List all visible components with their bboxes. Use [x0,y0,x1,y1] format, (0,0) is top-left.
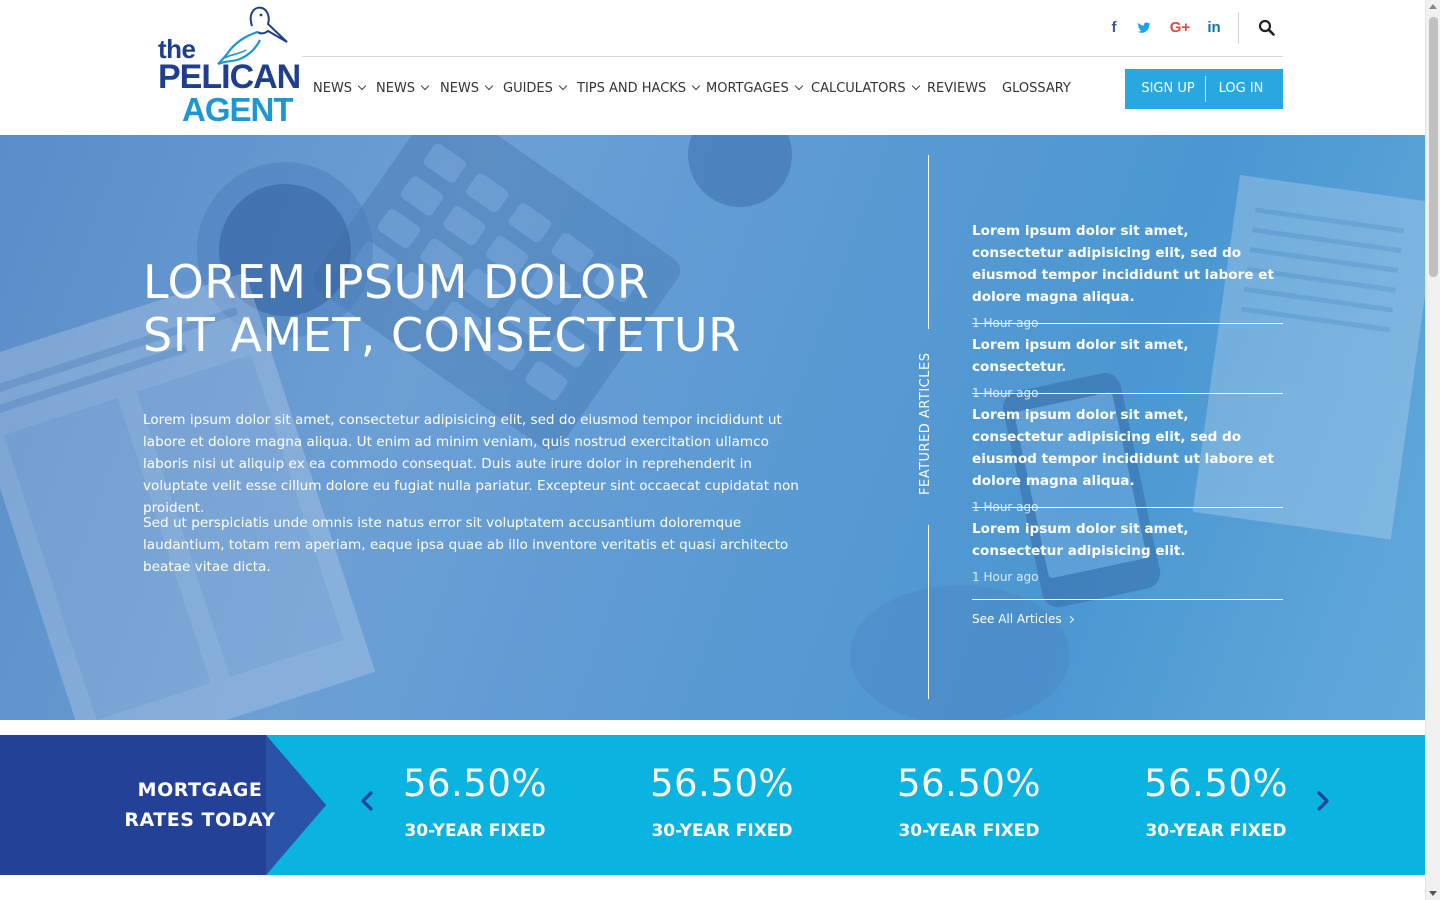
logo-text-pelican: PELICAN [158,58,301,96]
article-divider [972,507,1283,508]
article-title[interactable]: Lorem ipsum dolor sit amet, consectetur. [972,334,1283,378]
chevron-down-icon [357,81,367,91]
nav-item-glossary[interactable]: GLOSSARY [1002,79,1071,99]
hero-section: LOREM IPSUM DOLOR SIT AMET, CONSECTETUR … [0,135,1425,720]
nav-item-guides[interactable]: GUIDES [503,79,568,99]
chevron-down-icon [484,81,494,91]
auth-buttons: SIGN UP LOG IN [1125,69,1283,109]
chevron-down-icon [420,81,430,91]
site-header: the PELICAN AGENT f G+ in NEWS NEWS NEWS… [0,0,1425,135]
chevron-right-icon[interactable] [1312,787,1334,815]
rate-value: 56.50% [402,762,548,805]
featured-article[interactable]: Lorem ipsum dolor sit amet, consectetur … [972,518,1283,584]
rates-title: MORTGAGE RATES TODAY [100,775,300,835]
mortgage-rates-bar: MORTGAGE RATES TODAY 56.50% 30-YEAR FIXE… [0,735,1425,875]
chevron-down-icon [558,81,568,91]
rate-value: 56.50% [1143,762,1289,805]
see-all-label: See All Articles [972,612,1062,626]
rate-label: 30-YEAR FIXED [651,821,793,841]
nav-label: MORTGAGES [706,81,789,96]
site-logo[interactable]: the PELICAN AGENT [156,4,301,128]
article-title[interactable]: Lorem ipsum dolor sit amet, consectetur … [972,404,1283,492]
nav-label: NEWS [313,81,353,96]
hero-title-line2: SIT AMET, CONSECTETUR [143,308,741,362]
nav-item-news-1[interactable]: NEWS [313,79,367,99]
rate-label: 30-YEAR FIXED [1145,821,1287,841]
scroll-down-icon[interactable] [1429,891,1437,896]
nav-label: GLOSSARY [1002,81,1071,96]
chevron-down-icon [794,81,804,91]
see-all-articles-link[interactable]: See All Articles [972,612,1074,626]
rate-card: 56.50% 30-YEAR FIXED [1116,759,1316,843]
nav-label: CALCULATORS [811,81,906,96]
nav-label: NEWS [440,81,480,96]
hero-title-line1: LOREM IPSUM DOLOR [143,255,650,309]
twitter-icon[interactable] [1134,18,1154,38]
featured-articles-label: FEATURED ARTICLES [918,352,933,495]
sign-up-button[interactable]: SIGN UP [1125,69,1205,109]
chevron-down-icon [911,81,920,91]
google-plus-icon[interactable]: G+ [1168,18,1192,38]
pelican-icon [217,6,288,66]
nav-item-news-2[interactable]: NEWS [376,79,430,99]
article-divider [972,599,1283,600]
featured-article[interactable]: Lorem ipsum dolor sit amet, consectetur … [972,220,1283,330]
nav-label: NEWS [376,81,416,96]
rate-label: 30-YEAR FIXED [898,821,1040,841]
facebook-icon[interactable]: f [1104,18,1124,38]
rate-card: 56.50% 30-YEAR FIXED [375,759,575,843]
hero-paragraph-1: Lorem ipsum dolor sit amet, consectetur … [143,412,799,516]
header-rule [302,56,1283,57]
logo-text-agent: AGENT [182,91,293,128]
nav-label: TIPS AND HACKS [577,81,687,96]
hero-paragraph-2: Sed ut perspiciatis unde omnis iste natu… [143,515,789,575]
article-time: 1 Hour ago [972,570,1039,584]
article-title[interactable]: Lorem ipsum dolor sit amet, consectetur … [972,220,1283,308]
featured-article[interactable]: Lorem ipsum dolor sit amet, consectetur.… [972,334,1283,400]
rate-card: 56.50% 30-YEAR FIXED [869,759,1069,843]
article-divider [972,393,1283,394]
featured-divider-bottom [928,525,929,699]
rates-title-line1: MORTGAGE [137,779,263,801]
rates-title-line2: RATES TODAY [124,809,276,831]
log-in-button[interactable]: LOG IN [1206,69,1276,109]
scrollbar-thumb[interactable] [1429,17,1438,277]
linkedin-icon[interactable]: in [1204,18,1224,38]
featured-divider-top [928,155,929,329]
nav-item-calculators[interactable]: CALCULATORS [811,79,920,99]
page-scrollbar[interactable] [1425,0,1440,900]
header-divider [1238,12,1239,44]
article-title[interactable]: Lorem ipsum dolor sit amet, consectetur … [972,518,1283,562]
nav-item-reviews[interactable]: REVIEWS [927,79,986,99]
nav-label: REVIEWS [927,81,987,96]
chevron-right-icon [1066,615,1074,624]
nav-item-tips-and-hacks[interactable]: TIPS AND HACKS [577,79,701,99]
rate-value: 56.50% [649,762,795,805]
rate-card: 56.50% 30-YEAR FIXED [622,759,822,843]
scroll-up-icon[interactable] [1429,4,1437,9]
nav-item-mortgages[interactable]: MORTGAGES [706,79,804,99]
rate-value: 56.50% [896,762,1042,805]
nav-label: GUIDES [503,81,553,96]
article-divider [972,323,1283,324]
search-icon[interactable] [1258,19,1276,37]
rate-label: 30-YEAR FIXED [404,821,546,841]
hero-title: LOREM IPSUM DOLOR SIT AMET, CONSECTETUR [143,256,843,362]
chevron-down-icon [691,81,701,91]
nav-item-news-3[interactable]: NEWS [440,79,494,99]
featured-article[interactable]: Lorem ipsum dolor sit amet, consectetur … [972,404,1283,514]
